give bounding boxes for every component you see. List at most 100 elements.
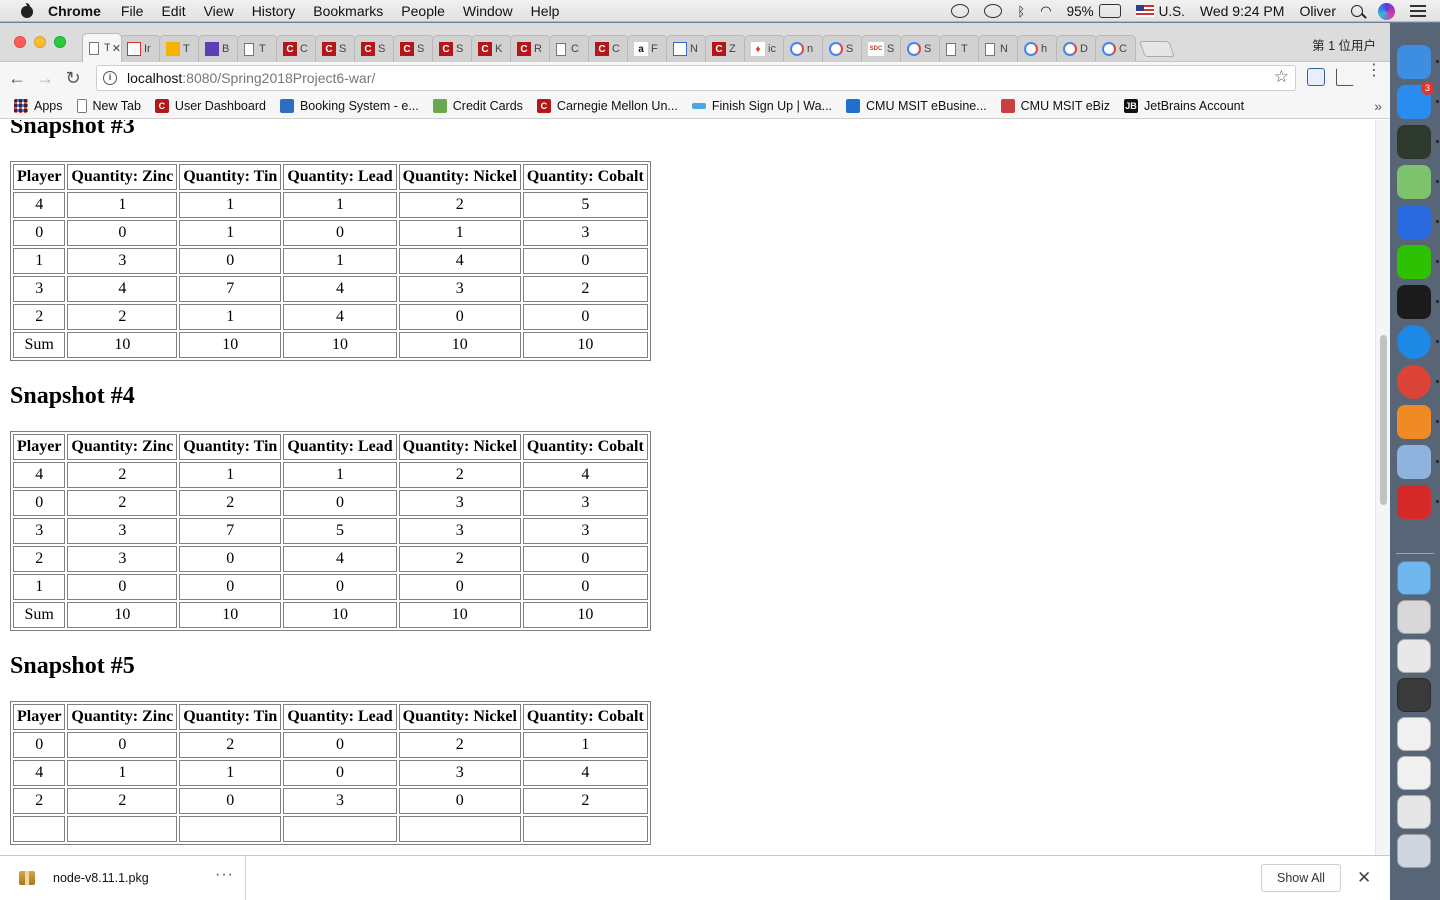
notification-center-icon[interactable] <box>1410 5 1426 17</box>
menu-edit[interactable]: Edit <box>161 3 185 19</box>
menu-help[interactable]: Help <box>531 3 560 19</box>
finder-icon[interactable] <box>1397 45 1431 79</box>
minimize-window-button[interactable] <box>34 36 46 48</box>
safari-icon[interactable] <box>1397 325 1431 359</box>
tab-11[interactable]: CR <box>510 35 551 62</box>
document-stack-icon[interactable] <box>1397 756 1431 790</box>
cast-icon[interactable] <box>1336 68 1354 86</box>
sublime-text-icon[interactable] <box>1397 405 1431 439</box>
battery-percentage[interactable]: 95% <box>1067 4 1094 19</box>
page-scrollbar[interactable] <box>1375 120 1390 856</box>
us-flag-icon[interactable] <box>1135 5 1154 17</box>
bookmark-item[interactable]: New Tab <box>76 99 141 113</box>
tab-17[interactable]: ♦ ic <box>744 35 785 62</box>
battery-icon[interactable] <box>1098 4 1121 18</box>
menu-people[interactable]: People <box>401 3 445 19</box>
tab-23[interactable]: N <box>978 35 1019 62</box>
tab-14[interactable]: aF <box>627 35 668 62</box>
tab-4[interactable]: T <box>237 35 278 62</box>
activity-monitor-icon[interactable] <box>1397 125 1431 159</box>
screenshot-stack-icon[interactable] <box>1397 678 1431 712</box>
tab-16[interactable]: CZ <box>705 35 746 62</box>
tab-24[interactable]: h <box>1017 35 1058 62</box>
tab-21[interactable]: S <box>900 35 941 62</box>
bookmark-star-icon[interactable]: ☆ <box>1274 67 1289 87</box>
bookmark-item[interactable]: Finish Sign Up | Wa... <box>691 99 832 113</box>
tab-25[interactable]: D <box>1056 35 1097 62</box>
virtualbox-icon[interactable] <box>1397 445 1431 479</box>
site-info-icon[interactable]: i <box>103 71 117 85</box>
bookmark-item[interactable]: JB JetBrains Account <box>1124 99 1244 113</box>
fullscreen-window-button[interactable] <box>54 36 66 48</box>
bookmark-item[interactable]: Credit Cards <box>432 99 523 113</box>
wifi-icon[interactable]: ◠ <box>1040 3 1051 19</box>
show-all-downloads-button[interactable]: Show All <box>1261 864 1341 892</box>
menu-file[interactable]: File <box>121 3 144 19</box>
input-source-label[interactable]: U.S. <box>1159 4 1185 19</box>
chrome-icon[interactable] <box>1397 365 1431 399</box>
bookmark-item[interactable]: CMU MSIT eBiz <box>1000 99 1110 113</box>
terminal-icon[interactable] <box>1397 285 1431 319</box>
close-tab-icon[interactable]: ✕ <box>112 42 121 55</box>
wechat-tray-icon[interactable] <box>951 4 970 18</box>
folder-icon[interactable] <box>1397 561 1431 595</box>
new-tab-button[interactable] <box>1139 41 1175 57</box>
more-bookmarks-icon[interactable]: » <box>1374 98 1382 114</box>
tab-0[interactable]: Te✕ <box>82 33 122 62</box>
tab-26[interactable]: C <box>1095 35 1136 62</box>
tab-7[interactable]: CS <box>354 35 395 62</box>
tab-18[interactable]: n <box>783 35 824 62</box>
wps-icon[interactable] <box>1397 485 1431 519</box>
bluetooth-icon[interactable]: ᛒ <box>1017 4 1025 19</box>
bookmark-item[interactable]: Booking System - e... <box>279 99 419 113</box>
tab-3[interactable]: B <box>198 35 239 62</box>
download-options-icon[interactable]: ··· <box>215 866 234 884</box>
time-machine-icon[interactable] <box>984 4 1003 18</box>
menu-bar-clock[interactable]: Wed 9:24 PM <box>1200 3 1285 19</box>
bookmark-item[interactable]: CMU MSIT eBusine... <box>846 99 987 113</box>
tab-1[interactable]: Ir <box>120 35 161 62</box>
profile-button[interactable]: 第 1 位用户 <box>1312 35 1376 54</box>
drive-stack-icon[interactable] <box>1397 600 1431 634</box>
siri-icon[interactable] <box>1378 2 1395 20</box>
app-store-icon[interactable]: 3 <box>1397 82 1434 119</box>
tab-15[interactable]: N <box>666 35 707 62</box>
bookmark-item[interactable]: C Carnegie Mellon Un... <box>536 99 678 113</box>
word-icon[interactable] <box>1397 205 1431 239</box>
forward-arrow-icon[interactable]: → <box>34 67 56 89</box>
tab-13[interactable]: CC <box>588 35 629 62</box>
tab-12[interactable]: C <box>549 35 590 62</box>
menu-view[interactable]: View <box>204 3 234 19</box>
user-account-name[interactable]: Oliver <box>1299 3 1336 19</box>
menu-bookmarks[interactable]: Bookmarks <box>313 3 383 19</box>
wechat-icon[interactable] <box>1397 245 1431 279</box>
extension-icon[interactable] <box>1307 68 1325 86</box>
keyboard-preview-icon[interactable] <box>1397 639 1431 673</box>
close-download-shelf-icon[interactable]: ✕ <box>1357 868 1371 888</box>
maps-icon[interactable] <box>1397 165 1431 199</box>
tab-2[interactable]: T <box>159 35 200 62</box>
menu-history[interactable]: History <box>252 3 296 19</box>
tab-20[interactable]: SDC S <box>861 35 902 62</box>
reload-icon[interactable]: ↻ <box>62 67 84 89</box>
tab-22[interactable]: T <box>939 35 980 62</box>
bookmark-item[interactable]: C User Dashboard <box>154 99 266 113</box>
menu-window[interactable]: Window <box>463 3 513 19</box>
close-window-button[interactable] <box>14 36 26 48</box>
tab-19[interactable]: S <box>822 35 863 62</box>
document-stack-icon[interactable] <box>1397 717 1431 751</box>
chrome-menu-icon[interactable]: ⋮ <box>1366 63 1382 86</box>
page-scrollbar-thumb[interactable] <box>1380 335 1387 505</box>
bookmark-item[interactable]: Apps <box>14 99 63 113</box>
tab-9[interactable]: CS <box>432 35 473 62</box>
apple-menu-icon[interactable] <box>20 2 34 19</box>
tab-10[interactable]: CK <box>471 35 512 62</box>
address-bar[interactable]: i localhost:8080/Spring2018Project6-war/… <box>96 65 1296 91</box>
app-menu-chrome[interactable]: Chrome <box>48 3 101 19</box>
download-item[interactable]: node-v8.11.1.pkg ··· <box>0 856 246 900</box>
preview-stack-icon[interactable] <box>1397 795 1431 829</box>
tab-6[interactable]: CS <box>315 35 356 62</box>
back-arrow-icon[interactable]: ← <box>6 67 28 89</box>
spotlight-search-icon[interactable] <box>1351 5 1363 17</box>
tab-8[interactable]: CS <box>393 35 434 62</box>
